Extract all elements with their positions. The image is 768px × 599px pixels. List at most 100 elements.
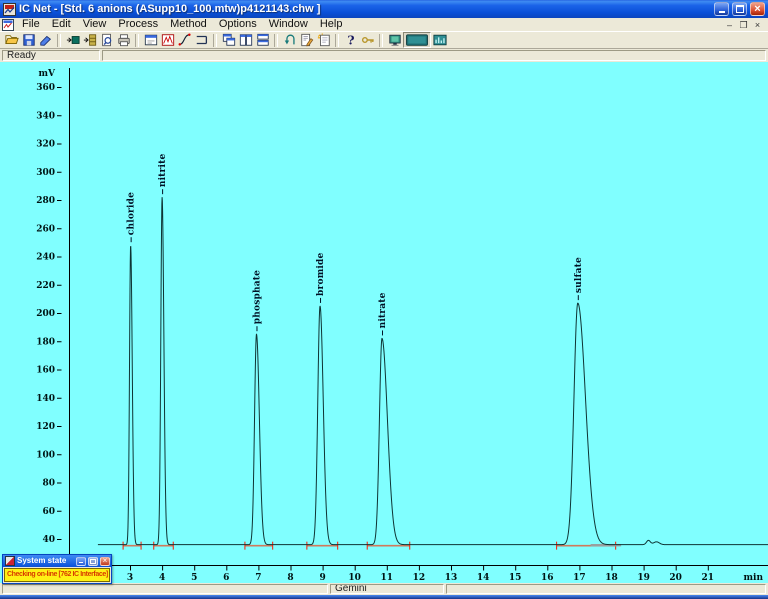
window-properties-icon [144, 34, 157, 46]
restore-button[interactable] [732, 2, 747, 16]
peak-label-bromide: bromide [316, 252, 326, 295]
x-tick-label: 4 [159, 573, 165, 583]
close-button[interactable]: × [750, 2, 765, 16]
new-window-icon [317, 33, 330, 47]
x-tick-label: 9 [319, 573, 325, 583]
status-ready: Ready [2, 50, 100, 61]
menu-bar: File Edit View Process Method Options Window He… [0, 18, 768, 31]
mdi-restore-button[interactable]: ❒ [737, 19, 750, 31]
restore-icon [735, 5, 744, 13]
peak-label-nitrite: nitrite [158, 154, 168, 188]
key-button[interactable] [359, 32, 376, 48]
print-icon [117, 34, 130, 47]
status-panel-right [446, 584, 766, 594]
edit-report-button[interactable] [298, 32, 315, 48]
x-tick-label: 21 [702, 573, 715, 583]
title-bar[interactable]: IC Net - [Std. 6 anions (ASupp10_100.mtw… [0, 0, 768, 18]
tile-horizontal-button[interactable] [254, 32, 271, 48]
chromatogram-plot: mV 40 60 80 100 120 140 160 180 200 220 240 260 280 30… [36, 68, 768, 583]
x-tick-label: 7 [255, 573, 261, 583]
document-icon[interactable] [2, 18, 14, 31]
peak-label-phosphate: phosphate [252, 270, 262, 324]
x-tick-label: 6 [223, 573, 229, 583]
minimize-button[interactable] [714, 2, 729, 16]
window-title: IC Net - [Std. 6 anions (ASupp10_100.mtw… [19, 3, 321, 15]
system-state-window: System state × Checking on-line [762 IC … [2, 554, 112, 584]
status-bar: Gemini [0, 583, 768, 595]
y-tick-label: 120 [36, 422, 55, 432]
print-preview-button[interactable] [98, 32, 115, 48]
svg-text:?: ? [347, 33, 354, 47]
menu-file[interactable]: File [16, 18, 46, 31]
y-tick-label: 160 [36, 366, 55, 376]
system-state-titlebar[interactable]: System state × [3, 555, 111, 567]
menu-help[interactable]: Help [314, 18, 349, 31]
mdi-window-controls: – ❒ × [723, 19, 764, 31]
y-tick-label: 240 [36, 253, 55, 263]
mdi-minimize-button[interactable]: – [723, 19, 736, 31]
display-active-button[interactable] [403, 32, 431, 48]
help-icon: ? [347, 33, 354, 47]
y-tick-label: 80 [42, 479, 55, 489]
chromatogram-area[interactable]: mV 40 60 80 100 120 140 160 180 200 220 240 260 280 30… [0, 62, 768, 583]
menu-process[interactable]: Process [112, 18, 164, 31]
help-button[interactable]: ? [342, 32, 359, 48]
x-tick-label: 5 [191, 573, 197, 583]
cascade-windows-button[interactable] [220, 32, 237, 48]
eraser-button[interactable] [37, 32, 54, 48]
x-tick-label: 14 [477, 573, 490, 583]
recorder-button[interactable] [159, 32, 176, 48]
menu-view[interactable]: View [77, 18, 113, 31]
new-window-button[interactable] [315, 32, 332, 48]
x-tick-label: 20 [669, 573, 682, 583]
reprocess-icon [284, 34, 295, 45]
y-tick-label: 200 [36, 309, 55, 319]
y-tick-label: 320 [36, 140, 55, 150]
maximize-icon [90, 558, 96, 564]
window-properties-button[interactable] [142, 32, 159, 48]
reprocess-button[interactable] [281, 32, 298, 48]
print-button[interactable] [115, 32, 132, 48]
open-icon [4, 35, 19, 44]
peak-label-chloride: chloride [127, 192, 137, 235]
close-icon: × [754, 2, 761, 15]
minimize-icon [718, 11, 725, 13]
archive-button[interactable] [81, 32, 98, 48]
connect-icon [66, 36, 80, 44]
mdi-close-button[interactable]: × [751, 19, 764, 31]
chart-display-icon [432, 34, 447, 46]
toolbar-separator [213, 33, 217, 47]
menu-method[interactable]: Method [164, 18, 213, 31]
baseline-button[interactable] [193, 32, 210, 48]
menu-window[interactable]: Window [263, 18, 314, 31]
recorder-icon [161, 34, 174, 46]
toolbar-separator [274, 33, 278, 47]
connect-button[interactable] [64, 32, 81, 48]
tile-vertical-button[interactable] [237, 32, 254, 48]
y-tick-label: 140 [36, 394, 55, 404]
system-state-minimize-button[interactable] [76, 556, 86, 566]
close-icon: × [102, 555, 108, 565]
x-tick-label: 12 [413, 573, 426, 583]
eraser-icon [39, 35, 51, 46]
display-active-icon [406, 34, 428, 46]
menu-edit[interactable]: Edit [46, 18, 77, 31]
system-state-maximize-button[interactable] [88, 556, 98, 566]
menu-options[interactable]: Options [213, 18, 263, 31]
integration-button[interactable] [176, 32, 193, 48]
edit-report-icon [300, 33, 313, 47]
tile-horizontal-icon [256, 33, 269, 46]
app-window: IC Net - [Std. 6 anions (ASupp10_100.mtw… [0, 0, 768, 599]
system-monitor-button[interactable] [386, 32, 403, 48]
open-button[interactable] [3, 32, 20, 48]
status-panel-system: Gemini [330, 584, 444, 594]
y-tick-label: 180 [36, 337, 55, 347]
x-tick-label: 18 [605, 573, 618, 583]
x-tick-label: 8 [287, 573, 293, 583]
app-icon [3, 2, 16, 16]
save-button[interactable] [20, 32, 37, 48]
archive-icon [83, 34, 96, 46]
system-state-close-button[interactable]: × [100, 555, 110, 566]
y-tick-label: 40 [42, 535, 55, 545]
chart-display-button[interactable] [431, 32, 448, 48]
